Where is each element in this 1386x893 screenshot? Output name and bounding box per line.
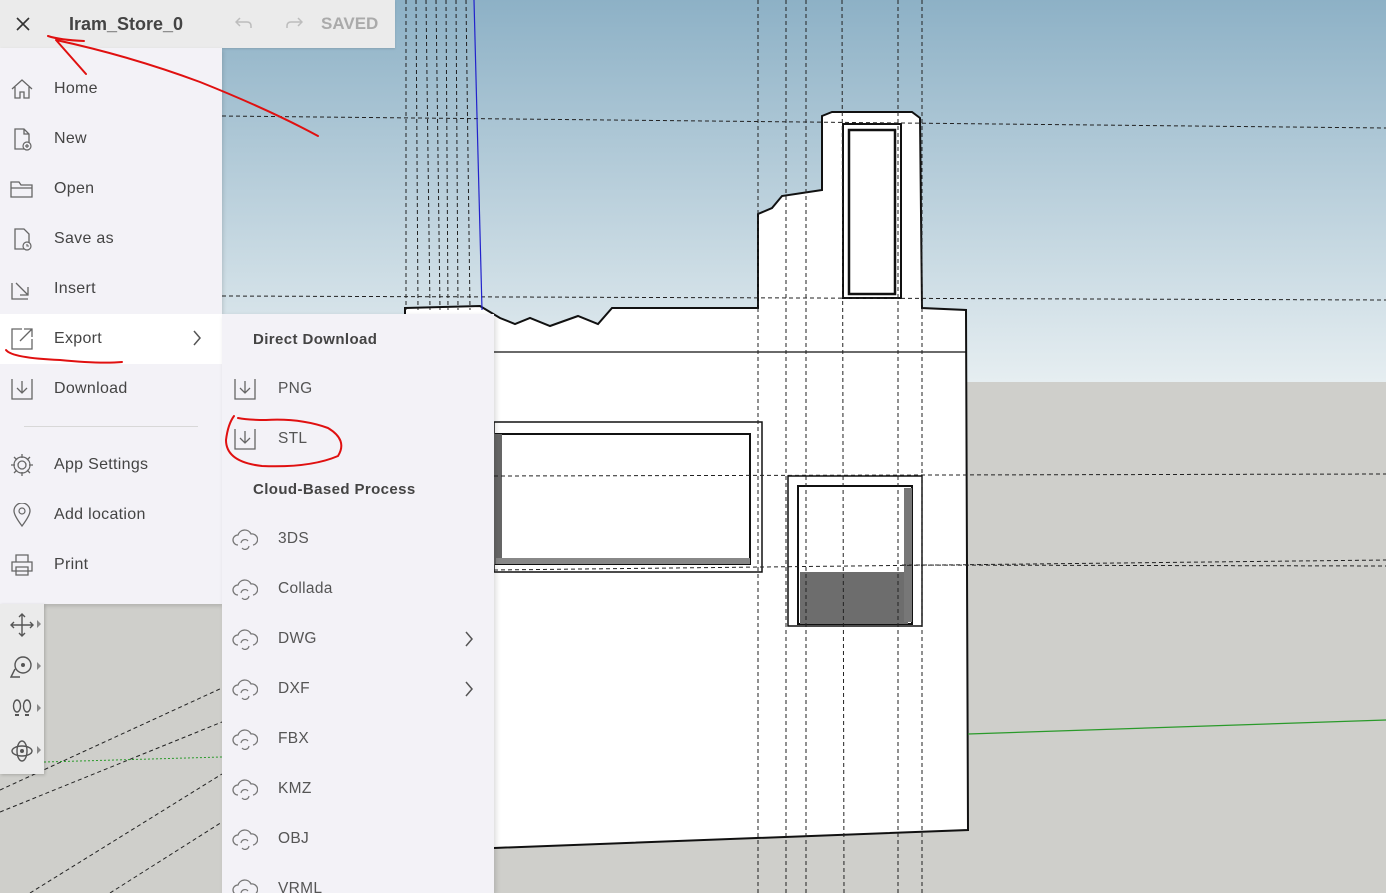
chevron-right-icon	[192, 329, 202, 352]
home-icon	[0, 64, 44, 114]
menu-divider	[24, 426, 198, 427]
orbit-icon	[11, 740, 33, 762]
menu-item-label: Export	[54, 330, 103, 347]
cloud-process-icon	[222, 564, 268, 614]
menu-item-download[interactable]: Download	[0, 364, 222, 414]
download-icon	[222, 414, 268, 464]
cloud-process-icon	[222, 514, 268, 564]
file-menu: Home New Open Save as Insert Export Down…	[0, 48, 222, 604]
export-dwg[interactable]: DWG	[222, 614, 494, 664]
export-kmz[interactable]: KMZ	[222, 764, 494, 814]
gear-icon	[0, 440, 44, 490]
move-icon	[10, 613, 34, 637]
export-icon	[0, 314, 44, 364]
cloud-process-icon	[222, 714, 268, 764]
insert-icon	[0, 264, 44, 314]
tape-measure-icon	[10, 656, 32, 678]
export-format-label: DXF	[278, 680, 310, 697]
document-title: Iram_Store_0	[69, 13, 184, 34]
menu-item-label: Home	[54, 80, 98, 97]
export-format-label: PNG	[278, 380, 313, 397]
redo-button[interactable]	[269, 13, 319, 36]
move-tool[interactable]	[0, 604, 44, 646]
chevron-right-icon	[464, 630, 474, 653]
menu-item-home[interactable]: Home	[0, 64, 222, 114]
menu-item-print[interactable]: Print	[0, 540, 222, 590]
menu-item-label: Save as	[54, 230, 114, 247]
tool-palette	[0, 604, 44, 774]
export-png[interactable]: PNG	[222, 364, 494, 414]
save-as-icon	[0, 214, 44, 264]
menu-item-export[interactable]: Export	[0, 314, 222, 364]
menu-item-add-location[interactable]: Add location	[0, 490, 222, 540]
menu-item-open[interactable]: Open	[0, 164, 222, 214]
cloud-process-icon	[222, 864, 268, 893]
tape-measure-tool[interactable]	[0, 646, 44, 688]
export-format-label: STL	[278, 430, 308, 447]
export-dxf[interactable]: DXF	[222, 664, 494, 714]
export-format-label: KMZ	[278, 780, 312, 797]
walk-icon	[12, 699, 32, 716]
export-format-label: 3DS	[278, 530, 310, 547]
export-format-label: DWG	[278, 630, 317, 647]
cloud-process-icon	[222, 664, 268, 714]
menu-item-save-as[interactable]: Save as	[0, 214, 222, 264]
close-icon	[16, 17, 30, 31]
export-format-label: FBX	[278, 730, 310, 747]
menu-item-label: Add location	[54, 506, 146, 523]
chevron-right-icon	[464, 680, 474, 703]
printer-icon	[0, 540, 44, 590]
new-file-icon	[0, 114, 44, 164]
menu-item-label: Download	[54, 380, 128, 397]
menu-item-label: New	[54, 130, 87, 147]
export-collada[interactable]: Collada	[222, 564, 494, 614]
menu-item-label: Insert	[54, 280, 96, 297]
direct-download-header: Direct Download	[253, 331, 378, 348]
menu-item-app-settings[interactable]: App Settings	[0, 440, 222, 490]
cloud-process-header: Cloud-Based Process	[253, 481, 416, 498]
export-vrml[interactable]: VRML	[222, 864, 494, 893]
menu-item-insert[interactable]: Insert	[0, 264, 222, 314]
menu-item-label: App Settings	[54, 456, 149, 473]
cloud-process-icon	[222, 814, 268, 864]
redo-icon	[286, 16, 304, 28]
close-button[interactable]	[0, 0, 46, 48]
export-fbx[interactable]: FBX	[222, 714, 494, 764]
export-3ds[interactable]: 3DS	[222, 514, 494, 564]
top-bar: Iram_Store_0 SAVED	[0, 0, 395, 48]
menu-item-label: Print	[54, 556, 89, 573]
cloud-process-icon	[222, 764, 268, 814]
download-icon	[222, 364, 268, 414]
download-icon	[0, 364, 44, 414]
folder-icon	[0, 164, 44, 214]
location-pin-icon	[0, 490, 44, 540]
walk-tool[interactable]	[0, 688, 44, 730]
menu-item-new[interactable]: New	[0, 114, 222, 164]
export-stl[interactable]: STL	[222, 414, 494, 464]
cloud-process-icon	[222, 614, 268, 664]
export-format-label: Collada	[278, 580, 333, 597]
undo-icon	[234, 16, 252, 28]
export-obj[interactable]: OBJ	[222, 814, 494, 864]
orbit-tool[interactable]	[0, 730, 44, 772]
export-format-label: OBJ	[278, 830, 310, 847]
export-format-label: VRML	[278, 880, 323, 893]
save-status: SAVED	[321, 14, 379, 33]
menu-item-label: Open	[54, 180, 95, 197]
undo-button[interactable]	[219, 13, 269, 36]
export-submenu: Direct Download PNG STL Cloud-Based Proc…	[222, 314, 494, 893]
